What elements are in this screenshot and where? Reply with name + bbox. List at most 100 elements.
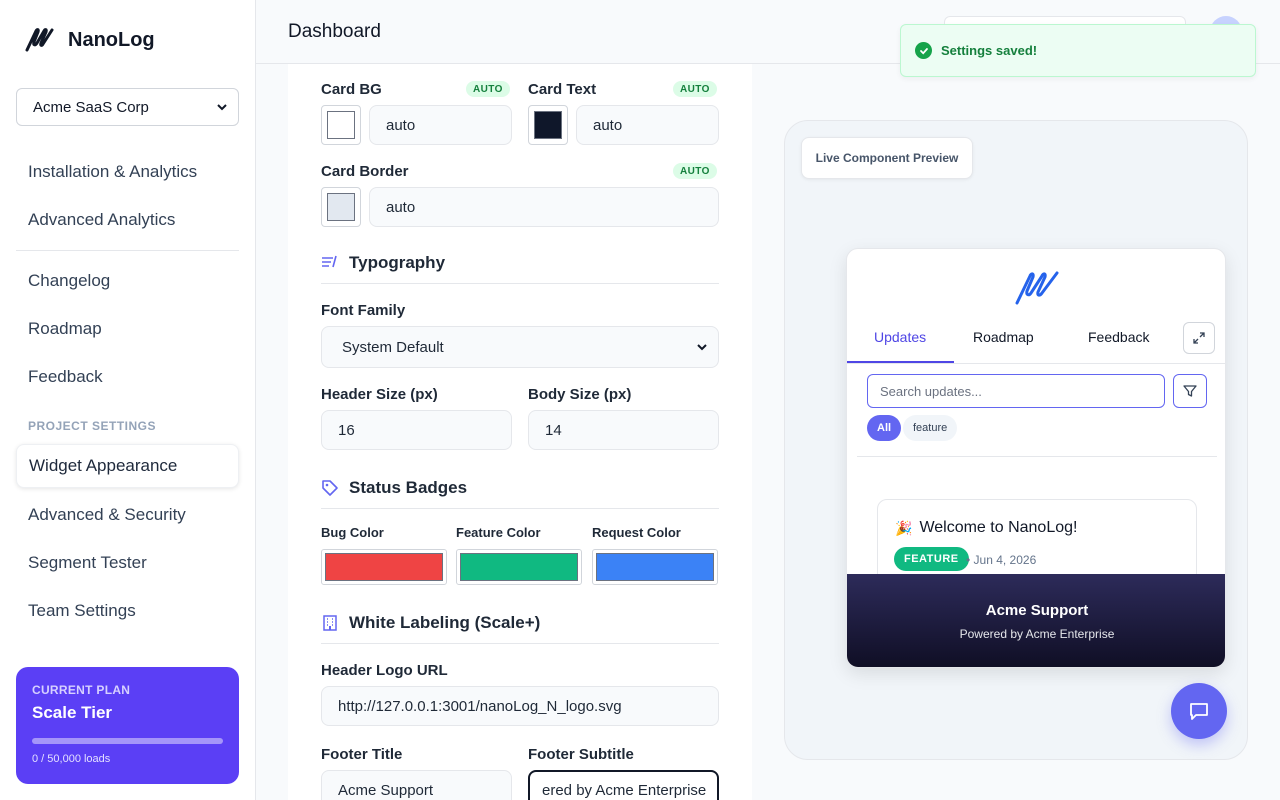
card-bg-auto-badge: AUTO xyxy=(466,81,510,97)
nav-item-label: Advanced Analytics xyxy=(28,210,176,229)
org-select[interactable]: Acme SaaS Corp xyxy=(16,88,239,126)
chip-feature[interactable]: feature xyxy=(903,415,958,441)
section-divider xyxy=(321,643,719,644)
chat-bubble-icon xyxy=(1190,703,1208,720)
request-color-picker[interactable] xyxy=(592,549,718,585)
nav-item-label: Team Settings xyxy=(28,601,136,620)
card-border-input[interactable]: auto xyxy=(369,187,719,227)
chevron-down-icon xyxy=(217,104,227,111)
typography-title: Typography xyxy=(349,253,446,272)
nanolog-logo-icon xyxy=(1015,271,1059,305)
card-border-color-picker[interactable] xyxy=(321,187,361,227)
body-size-label: Body Size (px) xyxy=(528,386,632,403)
nav-item-segment-tester[interactable]: Segment Tester xyxy=(16,541,239,585)
card-border-swatch xyxy=(327,193,355,221)
expand-icon xyxy=(1193,332,1205,344)
widget-preview: Updates Roadmap Feedback Search updates.… xyxy=(846,248,1226,668)
widget-search-input[interactable]: Search updates... xyxy=(867,374,1165,408)
status-badges-heading: Status Badges xyxy=(321,478,467,498)
card-border-auto-badge: AUTO xyxy=(673,163,717,179)
bug-color-swatch xyxy=(325,553,443,581)
card-text-input[interactable]: auto xyxy=(576,105,719,145)
text-lines-icon xyxy=(322,255,337,268)
feature-color-label: Feature Color xyxy=(456,525,541,540)
plan-card[interactable]: CURRENT PLAN Scale Tier 0 / 50,000 loads xyxy=(16,667,239,784)
feature-color-picker[interactable] xyxy=(456,549,582,585)
header-size-input[interactable]: 16 xyxy=(321,410,512,450)
page-title: Dashboard xyxy=(288,21,381,42)
plan-label: CURRENT PLAN xyxy=(32,683,131,697)
brand[interactable]: NanoLog xyxy=(24,26,155,54)
nav-item-installation-analytics[interactable]: Installation & Analytics xyxy=(16,150,239,194)
card-text-auto-badge: AUTO xyxy=(673,81,717,97)
widget-tab-roadmap[interactable]: Roadmap xyxy=(973,329,1034,345)
card-bg-swatch xyxy=(327,111,355,139)
nav-section-project-settings: PROJECT SETTINGS xyxy=(28,419,157,433)
nav-divider xyxy=(16,250,239,251)
font-family-label: Font Family xyxy=(321,302,406,319)
card-bg-color-picker[interactable] xyxy=(321,105,361,145)
font-family-value: System Default xyxy=(342,338,444,356)
nav-item-changelog[interactable]: Changelog xyxy=(16,259,239,303)
widget-divider xyxy=(857,456,1217,457)
nav-item-label: Segment Tester xyxy=(28,553,147,572)
status-badges-title: Status Badges xyxy=(349,478,468,497)
check-circle-icon xyxy=(915,42,932,59)
footer-title-label: Footer Title xyxy=(321,746,403,763)
settings-panel: Card BG AUTO auto Card Text AUTO auto Ca… xyxy=(288,64,752,800)
widget-tab-updates[interactable]: Updates xyxy=(874,329,926,345)
widget-tab-feedback[interactable]: Feedback xyxy=(1088,329,1149,345)
card-bg-label: Card BG xyxy=(321,81,382,98)
brand-name: NanoLog xyxy=(68,28,155,51)
filter-button[interactable] xyxy=(1173,374,1207,408)
header-logo-label: Header Logo URL xyxy=(321,662,448,679)
update-title: Welcome to NanoLog! xyxy=(919,519,1078,536)
nav-item-roadmap[interactable]: Roadmap xyxy=(16,307,239,351)
request-color-swatch xyxy=(596,553,714,581)
update-date: • Jun 4, 2026 xyxy=(966,553,1037,567)
party-emoji-icon: 🎉 xyxy=(895,519,913,536)
footer-title-input[interactable]: Acme Support xyxy=(321,770,512,800)
org-select-value: Acme SaaS Corp xyxy=(33,98,149,116)
nav-item-label: Installation & Analytics xyxy=(28,162,198,181)
widget-footer-title: Acme Support xyxy=(985,602,1089,619)
font-family-select[interactable]: System Default xyxy=(321,326,719,368)
request-color-label: Request Color xyxy=(592,525,681,540)
nav-item-advanced-analytics[interactable]: Advanced Analytics xyxy=(16,198,239,242)
card-text-color-picker[interactable] xyxy=(528,105,568,145)
expand-button[interactable] xyxy=(1183,322,1215,354)
feature-color-swatch xyxy=(460,553,578,581)
card-text-label: Card Text xyxy=(528,81,597,98)
plan-name: Scale Tier xyxy=(32,703,113,722)
nav-item-label: Changelog xyxy=(28,271,111,290)
update-feature-badge: FEATURE xyxy=(894,547,969,571)
nav-item-feedback[interactable]: Feedback xyxy=(16,355,239,399)
typography-heading: Typography xyxy=(321,253,445,273)
nav-item-label: Feedback xyxy=(28,367,103,386)
card-border-label: Card Border xyxy=(321,163,409,180)
header-size-label: Header Size (px) xyxy=(321,386,438,403)
nav-item-label: Roadmap xyxy=(28,319,102,338)
body-size-input[interactable]: 14 xyxy=(528,410,719,450)
widget-footer: Acme Support Powered by Acme Enterprise xyxy=(847,574,1225,667)
chip-all[interactable]: All xyxy=(867,415,902,441)
section-divider xyxy=(321,283,719,284)
chat-launcher-button[interactable] xyxy=(1171,683,1227,739)
nanolog-logo-icon xyxy=(25,28,54,52)
nav-item-advanced-security[interactable]: Advanced & Security xyxy=(16,493,239,537)
plan-usage-text: 0 / 50,000 loads xyxy=(32,753,111,765)
card-text-swatch xyxy=(534,111,562,139)
footer-subtitle-input[interactable]: ered by Acme Enterprise xyxy=(528,770,719,800)
header-logo-input[interactable]: http://127.0.0.1:3001/nanoLog_N_logo.svg xyxy=(321,686,719,726)
bug-color-label: Bug Color xyxy=(321,525,384,540)
bug-color-picker[interactable] xyxy=(321,549,447,585)
nav-item-team-settings[interactable]: Team Settings xyxy=(16,589,239,633)
nav-item-label: Advanced & Security xyxy=(28,505,186,524)
update-title-row: 🎉 Welcome to NanoLog! xyxy=(895,519,1077,537)
toast-notification: Settings saved! xyxy=(900,24,1256,77)
nav-item-widget-appearance[interactable]: Widget Appearance xyxy=(16,444,239,488)
white-labeling-heading: White Labeling (Scale+) xyxy=(321,613,540,633)
card-bg-input[interactable]: auto xyxy=(369,105,512,145)
filter-icon xyxy=(1183,385,1197,397)
building-icon xyxy=(323,615,337,631)
